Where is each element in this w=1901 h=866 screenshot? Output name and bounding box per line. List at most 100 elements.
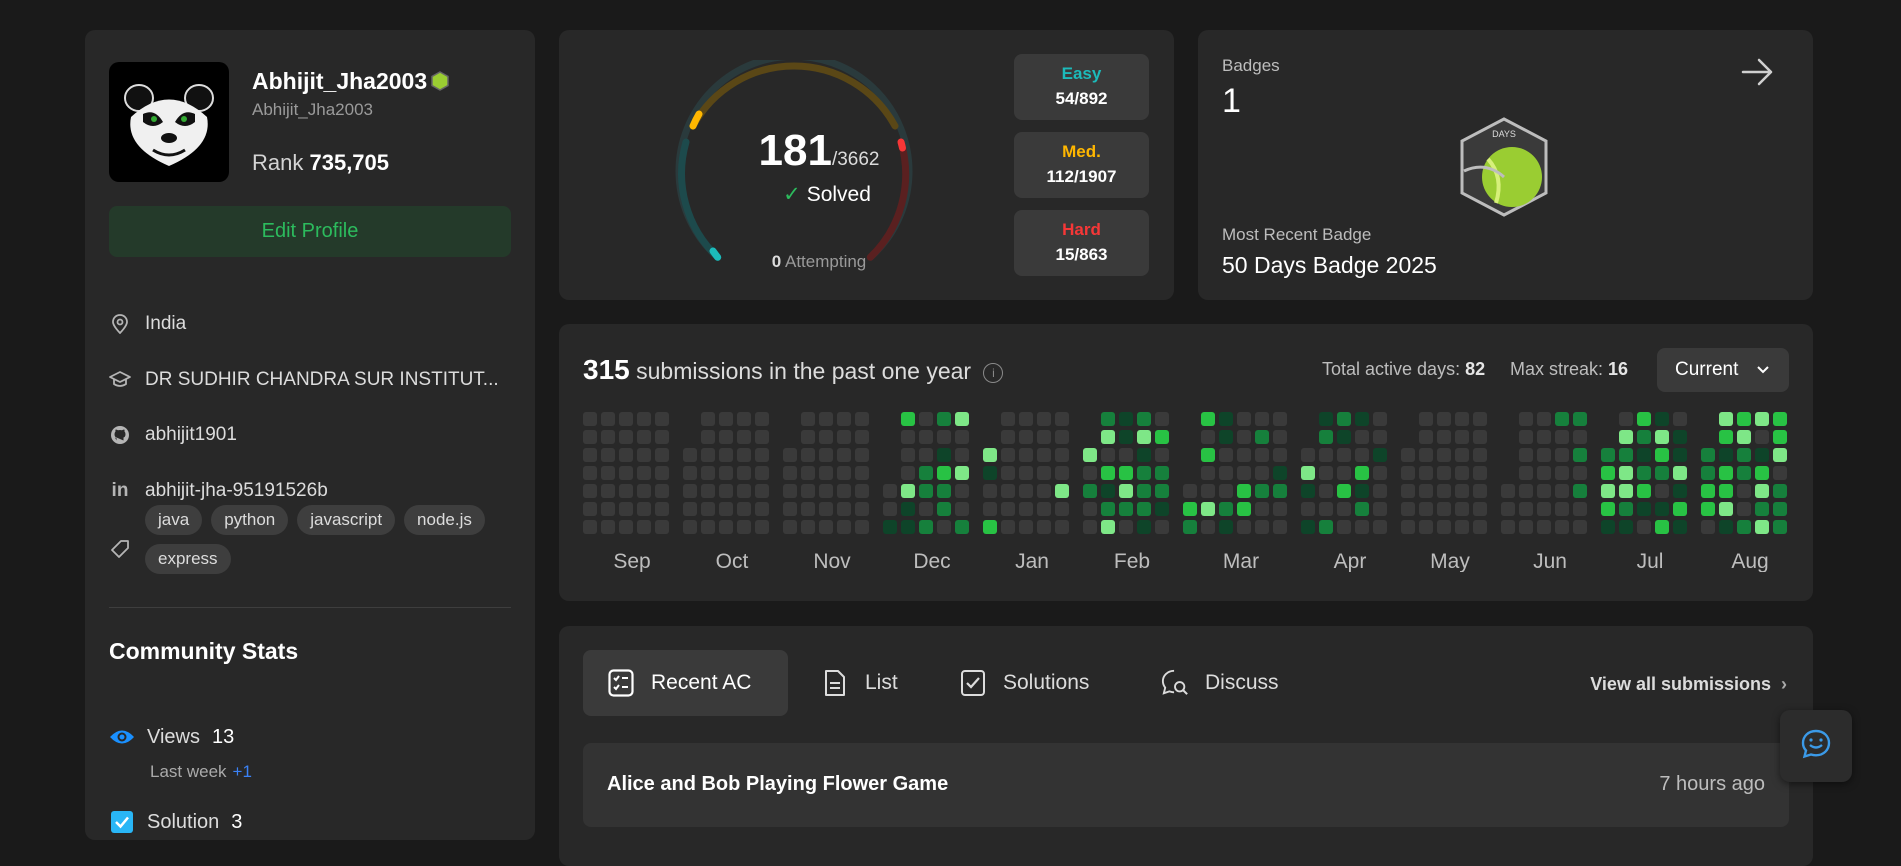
skill-tag[interactable]: node.js bbox=[404, 505, 485, 535]
heatmap-cell[interactable] bbox=[1637, 412, 1651, 426]
heatmap-cell[interactable] bbox=[1573, 466, 1587, 480]
heatmap-cell[interactable] bbox=[601, 430, 615, 444]
heatmap-cell[interactable] bbox=[1237, 520, 1251, 534]
heatmap-cell[interactable] bbox=[1455, 430, 1469, 444]
heatmap-cell[interactable] bbox=[919, 430, 933, 444]
heatmap-cell[interactable] bbox=[1019, 430, 1033, 444]
heatmap-cell[interactable] bbox=[783, 448, 797, 462]
heatmap-cell[interactable] bbox=[983, 448, 997, 462]
heatmap-cell[interactable] bbox=[637, 502, 651, 516]
heatmap-cell[interactable] bbox=[1055, 412, 1069, 426]
badge-hex-icon[interactable] bbox=[430, 71, 450, 96]
heatmap-cell[interactable] bbox=[1137, 430, 1151, 444]
heatmap-cell[interactable] bbox=[837, 448, 851, 462]
heatmap-cell[interactable] bbox=[583, 430, 597, 444]
medium-box[interactable]: Med. 112/1907 bbox=[1014, 132, 1149, 198]
heatmap-cell[interactable] bbox=[855, 466, 869, 480]
heatmap-cell[interactable] bbox=[1055, 484, 1069, 498]
heatmap-cell[interactable] bbox=[1119, 466, 1133, 480]
heatmap-cell[interactable] bbox=[1273, 484, 1287, 498]
heatmap-cell[interactable] bbox=[1601, 520, 1615, 534]
heatmap-cell[interactable] bbox=[1319, 520, 1333, 534]
heatmap-cell[interactable] bbox=[655, 448, 669, 462]
heatmap-cell[interactable] bbox=[737, 412, 751, 426]
heatmap-cell[interactable] bbox=[1755, 412, 1769, 426]
heatmap-cell[interactable] bbox=[937, 520, 951, 534]
heatmap-cell[interactable] bbox=[801, 448, 815, 462]
heatmap-cell[interactable] bbox=[1755, 484, 1769, 498]
heatmap-cell[interactable] bbox=[583, 466, 597, 480]
heatmap-cell[interactable] bbox=[1101, 502, 1115, 516]
heatmap-cell[interactable] bbox=[601, 448, 615, 462]
arrow-right-icon[interactable] bbox=[1741, 58, 1775, 91]
heatmap-cell[interactable] bbox=[783, 466, 797, 480]
heatmap-cell[interactable] bbox=[901, 430, 915, 444]
skill-tag[interactable]: javascript bbox=[297, 505, 396, 535]
heatmap-cell[interactable] bbox=[1119, 484, 1133, 498]
list-item[interactable]: Alice and Bob Playing Flower Game 7 hour… bbox=[583, 743, 1789, 827]
heatmap-cell[interactable] bbox=[719, 520, 733, 534]
heatmap-cell[interactable] bbox=[701, 430, 715, 444]
heatmap-cell[interactable] bbox=[1119, 520, 1133, 534]
heatmap-cell[interactable] bbox=[1101, 430, 1115, 444]
heatmap-cell[interactable] bbox=[1183, 520, 1197, 534]
heatmap-cell[interactable] bbox=[1401, 484, 1415, 498]
school-text[interactable]: DR SUDHIR CHANDRA SUR INSTITUT... bbox=[145, 369, 499, 391]
heatmap-cell[interactable] bbox=[1255, 448, 1269, 462]
heatmap-cell[interactable] bbox=[655, 412, 669, 426]
heatmap-cell[interactable] bbox=[1319, 502, 1333, 516]
heatmap-cell[interactable] bbox=[719, 466, 733, 480]
heatmap-cell[interactable] bbox=[1673, 412, 1687, 426]
heatmap-cell[interactable] bbox=[801, 412, 815, 426]
heatmap-cell[interactable] bbox=[1455, 520, 1469, 534]
heatmap-cell[interactable] bbox=[855, 484, 869, 498]
heatmap-cell[interactable] bbox=[955, 484, 969, 498]
heatmap-cell[interactable] bbox=[1001, 484, 1015, 498]
heatmap-cell[interactable] bbox=[1619, 502, 1633, 516]
heatmap-cell[interactable] bbox=[1101, 466, 1115, 480]
chat-help-button[interactable] bbox=[1780, 710, 1852, 782]
heatmap-cell[interactable] bbox=[1155, 466, 1169, 480]
heatmap-cell[interactable] bbox=[937, 430, 951, 444]
heatmap-cell[interactable] bbox=[1655, 520, 1669, 534]
heatmap-cell[interactable] bbox=[1537, 502, 1551, 516]
heatmap-cell[interactable] bbox=[1619, 520, 1633, 534]
heatmap-cell[interactable] bbox=[1001, 466, 1015, 480]
heatmap-cell[interactable] bbox=[1101, 448, 1115, 462]
heatmap-cell[interactable] bbox=[1155, 448, 1169, 462]
heatmap-cell[interactable] bbox=[1155, 430, 1169, 444]
heatmap-cell[interactable] bbox=[1473, 484, 1487, 498]
heatmap-cell[interactable] bbox=[1437, 448, 1451, 462]
edit-profile-button[interactable]: Edit Profile bbox=[109, 206, 511, 257]
heatmap-cell[interactable] bbox=[683, 520, 697, 534]
heatmap-cell[interactable] bbox=[919, 502, 933, 516]
heatmap-cell[interactable] bbox=[1155, 412, 1169, 426]
heatmap-cell[interactable] bbox=[837, 484, 851, 498]
heatmap-cell[interactable] bbox=[1737, 412, 1751, 426]
heatmap-cell[interactable] bbox=[1201, 430, 1215, 444]
heatmap-cell[interactable] bbox=[755, 448, 769, 462]
heatmap-cell[interactable] bbox=[1373, 448, 1387, 462]
heatmap-cell[interactable] bbox=[737, 520, 751, 534]
heatmap-cell[interactable] bbox=[955, 466, 969, 480]
heatmap-cell[interactable] bbox=[1273, 448, 1287, 462]
heatmap-cell[interactable] bbox=[801, 520, 815, 534]
heatmap-cell[interactable] bbox=[1619, 430, 1633, 444]
heatmap-cell[interactable] bbox=[1355, 430, 1369, 444]
heatmap-cell[interactable] bbox=[701, 448, 715, 462]
heatmap-cell[interactable] bbox=[1673, 502, 1687, 516]
heatmap-cell[interactable] bbox=[1401, 502, 1415, 516]
heatmap-cell[interactable] bbox=[737, 466, 751, 480]
heatmap-cell[interactable] bbox=[883, 502, 897, 516]
heatmap-cell[interactable] bbox=[655, 484, 669, 498]
heatmap-cell[interactable] bbox=[1519, 502, 1533, 516]
heatmap-cell[interactable] bbox=[601, 502, 615, 516]
hard-box[interactable]: Hard 15/863 bbox=[1014, 210, 1149, 276]
heatmap-cell[interactable] bbox=[737, 430, 751, 444]
heatmap-cell[interactable] bbox=[1501, 520, 1515, 534]
heatmap-cell[interactable] bbox=[983, 484, 997, 498]
heatmap-cell[interactable] bbox=[601, 412, 615, 426]
heatmap-cell[interactable] bbox=[1437, 502, 1451, 516]
tab-solutions[interactable]: Solutions bbox=[935, 650, 1113, 716]
heatmap-cell[interactable] bbox=[1637, 430, 1651, 444]
